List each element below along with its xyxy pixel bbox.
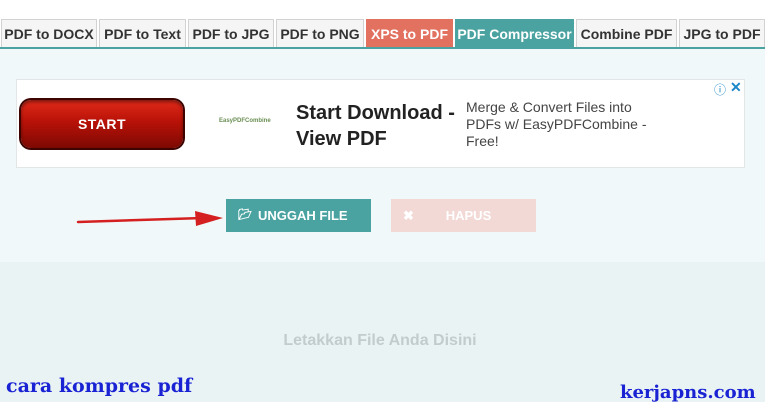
tab-xps-to-pdf[interactable]: XPS to PDF	[366, 19, 453, 47]
upload-file-button[interactable]: 📂︎ UNGGAH FILE	[226, 199, 371, 232]
close-icon[interactable]: ✕	[730, 79, 742, 96]
tab-pdf-to-jpg[interactable]: PDF to JPG	[188, 19, 274, 47]
folder-open-icon: 📂︎	[238, 209, 252, 221]
red-arrow-annotation	[76, 211, 223, 226]
tab-pdf-to-docx[interactable]: PDF to DOCX	[1, 19, 97, 47]
tab-pdf-compressor[interactable]: PDF Compressor	[455, 19, 574, 47]
ad-logo: EasyPDFCombine	[219, 118, 271, 124]
delete-button[interactable]: ✖ HAPUS	[391, 199, 536, 232]
info-circle-icon[interactable]: ⓘ	[714, 81, 726, 98]
tab-pdf-to-png[interactable]: PDF to PNG	[276, 19, 364, 47]
ad-banner[interactable]: START EasyPDFCombine Start Download - Vi…	[16, 79, 745, 168]
close-icon: ✖	[403, 208, 414, 223]
watermark-left: cara kompres pdf	[6, 375, 193, 397]
ad-description: Merge & Convert Files into PDFs w/ EasyP…	[466, 99, 647, 149]
ad-start-button[interactable]: START	[21, 100, 183, 148]
converter-tabs: PDF to DOCX PDF to Text PDF to JPG PDF t…	[0, 0, 765, 50]
tab-pdf-to-text[interactable]: PDF to Text	[99, 19, 186, 47]
upload-file-label: UNGGAH FILE	[258, 208, 348, 223]
ad-title[interactable]: Start Download - View PDF	[296, 100, 456, 152]
drop-zone-label: Letakkan File Anda Disini	[283, 332, 477, 349]
tab-jpg-to-pdf[interactable]: JPG to PDF	[679, 19, 765, 47]
tab-combine-pdf[interactable]: Combine PDF	[576, 19, 677, 47]
delete-label: HAPUS	[445, 208, 492, 223]
watermark-right: kerjapns.com	[620, 382, 756, 403]
